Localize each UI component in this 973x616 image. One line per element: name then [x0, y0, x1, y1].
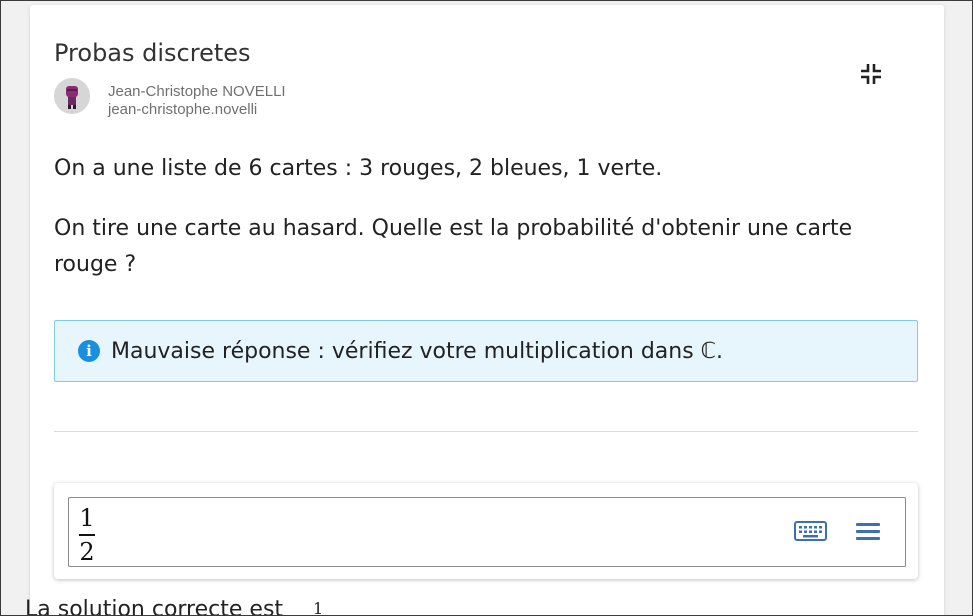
exercise-card: Probas discretes Jean-Christophe NOVELLI…: [30, 5, 944, 615]
question-prompt: On tire une carte au hasard. Quelle est …: [54, 216, 853, 277]
solution-fraction-numerator: 1: [313, 599, 324, 616]
divider: [54, 431, 918, 432]
collapse-icon: [861, 64, 881, 84]
fraction-bar: [79, 534, 95, 536]
author-avatar[interactable]: [54, 78, 90, 114]
feedback-message: Mauvaise réponse : vérifiez votre multip…: [111, 338, 724, 364]
math-menu-button[interactable]: [853, 516, 883, 546]
answer-panel: 1 2: [54, 483, 918, 579]
info-icon: i: [78, 340, 100, 362]
collapse-button[interactable]: [856, 59, 886, 89]
feedback-alert: i Mauvaise réponse : vérifiez votre mult…: [54, 320, 918, 382]
fraction-denominator: 2: [79, 538, 95, 566]
answer-fraction: 1 2: [79, 504, 95, 566]
author-name: Jean-Christophe NOVELLI: [108, 83, 286, 100]
virtual-keyboard-button[interactable]: [793, 516, 829, 546]
author-username: jean-christophe.novelli: [108, 101, 258, 118]
fraction-numerator: 1: [79, 504, 95, 532]
menu-icon: [856, 523, 880, 540]
solution-text: La solution correcte est: [25, 597, 284, 616]
keyboard-icon: [794, 521, 827, 541]
viewport: Probas discretes Jean-Christophe NOVELLI…: [0, 0, 973, 616]
exercise-title: Probas discretes: [54, 39, 251, 67]
question-statement: On a une liste de 6 cartes : 3 rouges, 2…: [54, 156, 663, 181]
answer-math-input[interactable]: 1 2: [68, 497, 906, 567]
avatar-figure-icon: [54, 78, 90, 114]
